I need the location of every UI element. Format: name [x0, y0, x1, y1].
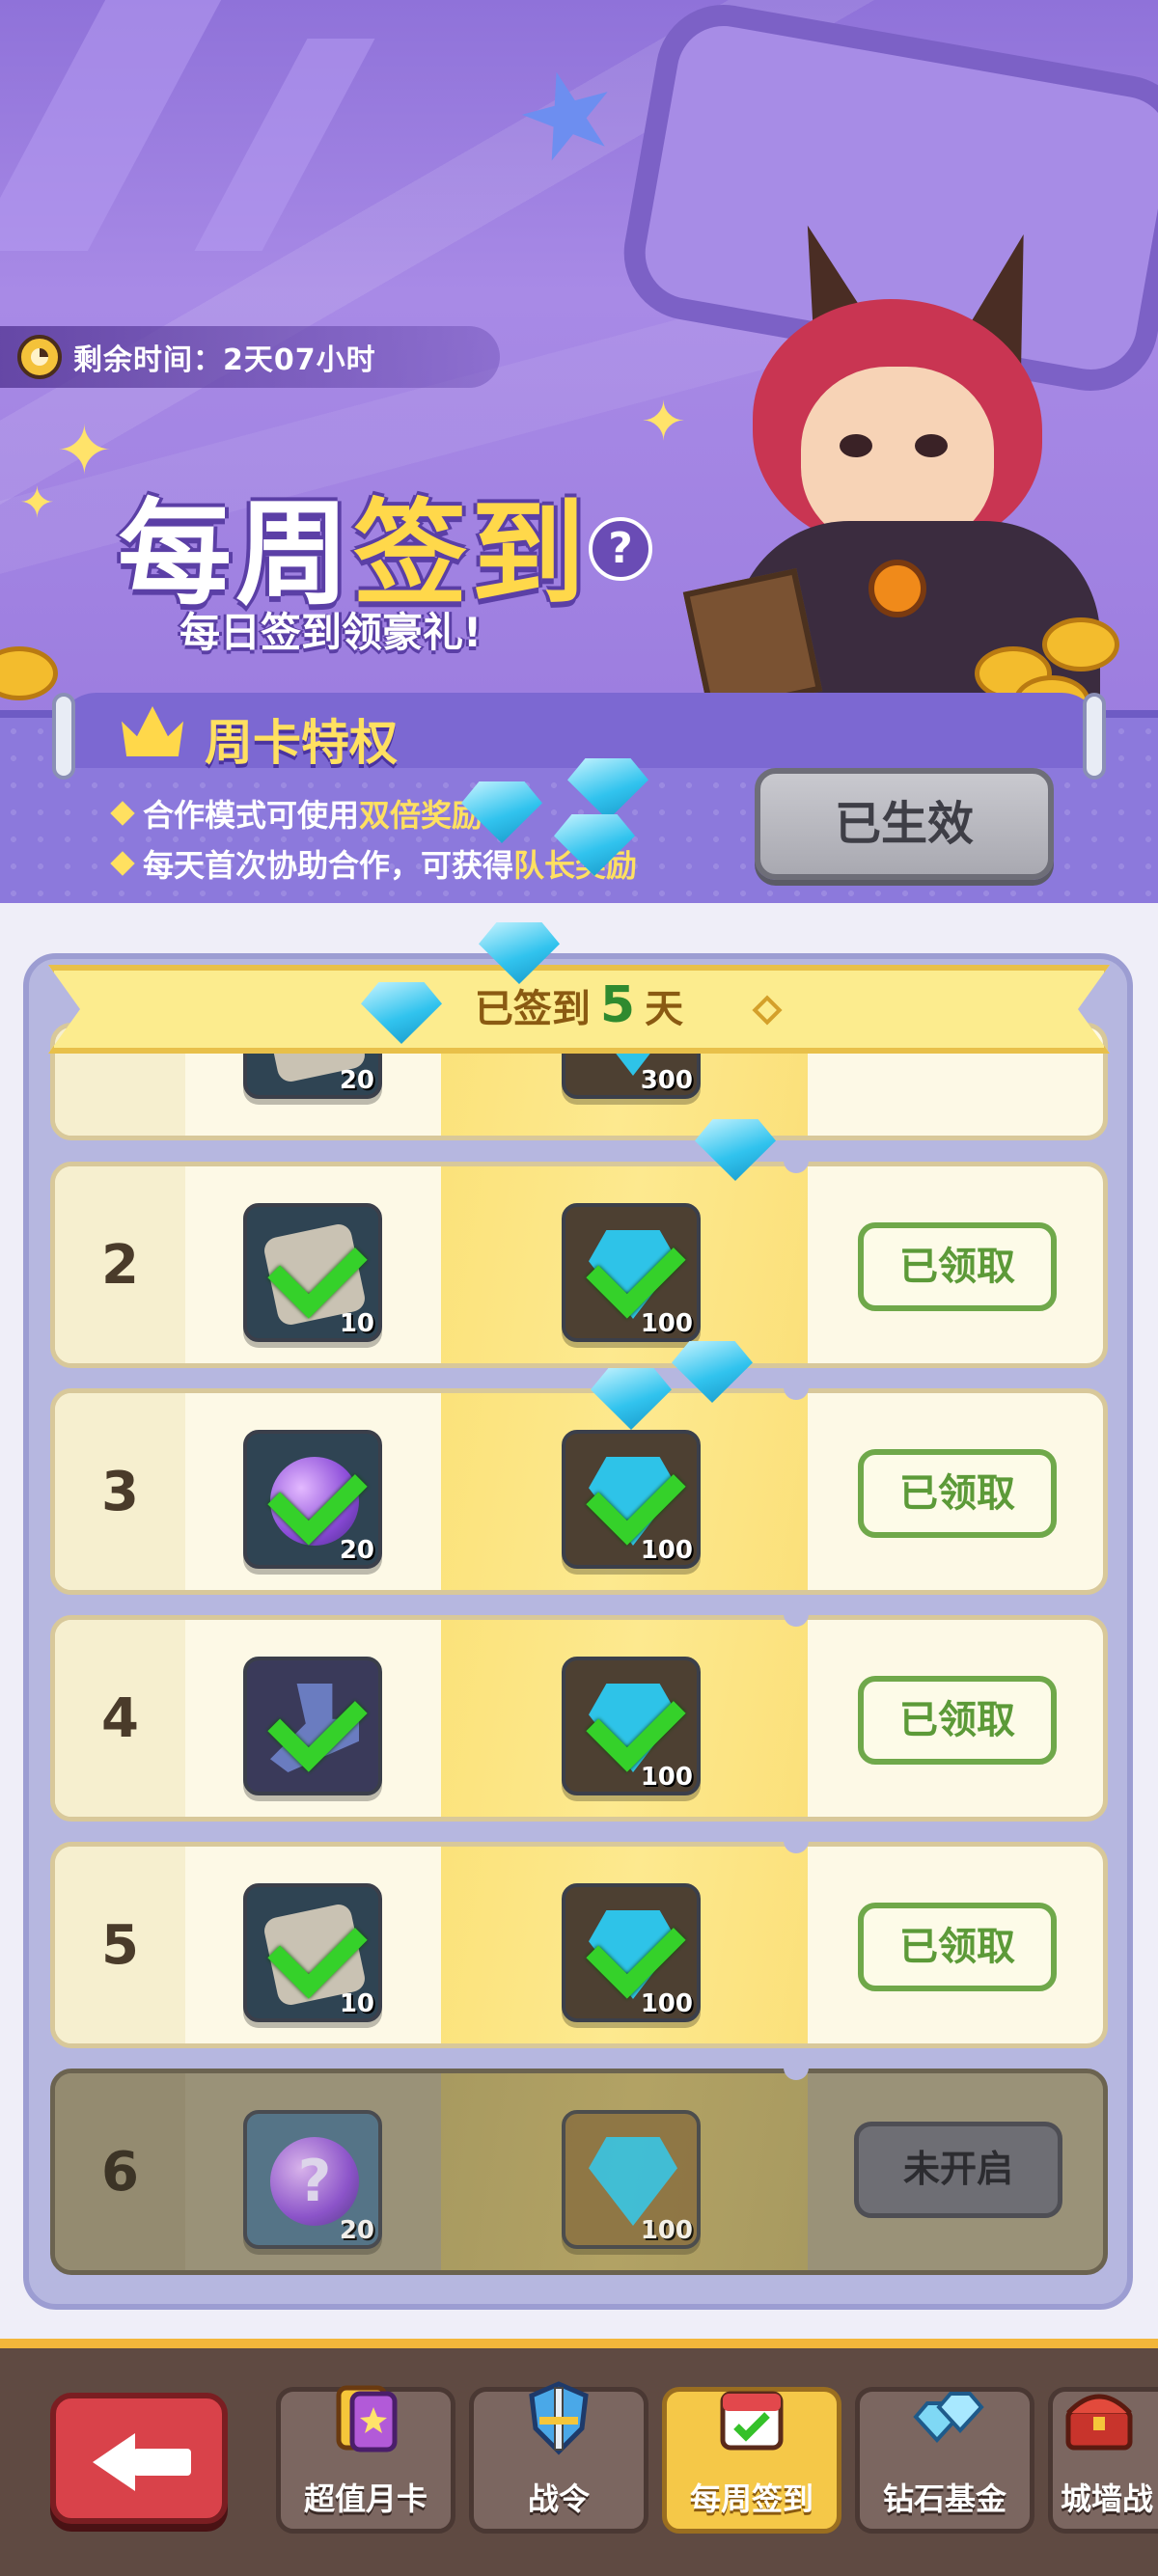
perk-item: 合作模式可使用双倍奖励	[110, 791, 482, 836]
tab-label: 战令	[527, 2480, 590, 2517]
reward-qty: 20	[339, 2216, 374, 2245]
day-number: 4	[101, 1686, 139, 1750]
bullet-icon	[110, 801, 135, 826]
signin-row-3: 3 20 100 已领取	[50, 1388, 1108, 1595]
row-notch	[784, 2055, 809, 2080]
reward-item[interactable]: 10	[243, 1203, 382, 1342]
banner-shard	[0, 0, 222, 251]
hero-eye	[840, 434, 872, 457]
reward-qty: 100	[640, 1989, 693, 2018]
tab-diamond-fund[interactable]: 钻石基金	[855, 2387, 1034, 2534]
reward-item[interactable]: 100	[562, 1430, 701, 1569]
tab-label: 城墙战	[1061, 2480, 1154, 2517]
row-notch	[784, 1375, 809, 1400]
event-banner: ★ ✦ ✦ ✦ 剩余时间：2天07小时 每周签到 ? 每日签到领豪礼!	[0, 0, 1158, 733]
day-number: 6	[101, 2140, 139, 2204]
tab-label: 超值月卡	[303, 2480, 427, 2517]
reward-qty: 300	[640, 1066, 693, 1095]
progress-prefix: 已签到	[474, 987, 591, 1031]
reward-item[interactable]: 10	[243, 1883, 382, 2022]
day-number: 3	[101, 1460, 139, 1523]
panel-pin	[1083, 693, 1106, 780]
banner-shard	[194, 39, 375, 251]
diamond-pile-icon	[913, 2392, 984, 2443]
progress-days: 5	[599, 976, 636, 1034]
tab-monthly-card[interactable]: 超值月卡	[276, 2385, 455, 2534]
check-icon	[586, 1672, 686, 1772]
calendar-check-icon	[720, 2391, 784, 2451]
reward-item[interactable]: ? 20	[243, 2110, 382, 2249]
tab-weekly-signin[interactable]: 每周签到	[662, 2387, 841, 2534]
day-number: 2	[101, 1233, 139, 1297]
claimed-button[interactable]: 已领取	[858, 1903, 1057, 1991]
hero-character	[682, 213, 1158, 733]
battle-pass-icon	[529, 2381, 589, 2455]
tab-label: 每周签到	[689, 2480, 813, 2517]
panel-pin	[52, 693, 75, 780]
progress-suffix: 天	[645, 987, 684, 1031]
claimed-button[interactable]: 已领取	[858, 1222, 1057, 1311]
check-icon	[586, 1445, 686, 1546]
reward-qty: 20	[339, 1536, 374, 1565]
reward-qty: 100	[640, 1309, 693, 1338]
hero-eye	[915, 434, 948, 457]
check-icon	[586, 1219, 686, 1319]
tab-wall-battle[interactable]: 城墙战	[1048, 2387, 1158, 2534]
reward-item[interactable]	[243, 1657, 382, 1795]
page-subtitle: 每日签到领豪礼!	[179, 609, 482, 656]
mystery-orb-icon: ?	[270, 2137, 359, 2226]
weekly-card-title: 周卡特权	[205, 715, 398, 771]
tab-battle-pass[interactable]: 战令	[469, 2381, 648, 2534]
reward-item[interactable]: 100	[562, 1657, 701, 1795]
reward-qty: 100	[640, 1536, 693, 1565]
check-icon	[586, 1899, 686, 1999]
back-arrow-icon	[93, 2433, 135, 2491]
star-icon: ★	[500, 37, 636, 194]
perk-text: 合作模式可使用	[143, 797, 360, 834]
claimed-button[interactable]: 已领取	[858, 1676, 1057, 1765]
coin-icon	[0, 646, 58, 700]
weekly-card-status-button[interactable]: 已生效	[755, 768, 1054, 880]
signin-row-6: 6 ? 20 100 未开启	[50, 2069, 1108, 2275]
perk-text: 每天首次协助合作，可获得	[143, 847, 514, 884]
hero-gem	[868, 560, 926, 617]
coin-icon	[1042, 617, 1119, 671]
signin-progress: 已签到 5 天	[0, 976, 1158, 1034]
remaining-time: 剩余时间：2天07小时	[0, 326, 500, 388]
clock-icon	[17, 335, 62, 379]
tab-label: 钻石基金	[882, 2480, 1006, 2517]
question-mark: ?	[297, 2148, 332, 2215]
reward-qty: 10	[339, 1309, 374, 1338]
question-icon[interactable]: ?	[589, 517, 652, 581]
reward-item[interactable]: 100	[562, 1203, 701, 1342]
monthly-card-icon	[336, 2385, 398, 2453]
remaining-time-text: 剩余时间：2天07小时	[73, 343, 376, 377]
sparkle-icon: ✦	[56, 411, 113, 490]
reward-qty: 100	[640, 1763, 693, 1792]
day-number: 5	[101, 1913, 139, 1977]
reward-qty: 10	[339, 1989, 374, 2018]
perk-item: 每天首次协助合作，可获得队长奖励	[110, 841, 637, 886]
row-notch	[784, 1148, 809, 1173]
signin-row-2: 2 10 100 已领取	[50, 1162, 1108, 1368]
reward-item[interactable]: 100	[562, 1883, 701, 2022]
diamond-icon	[589, 2137, 677, 2226]
row-notch	[784, 1602, 809, 1627]
reward-item[interactable]: 100	[562, 2110, 701, 2249]
treasure-chest-icon	[1065, 2394, 1133, 2451]
reward-item[interactable]: 20	[243, 1430, 382, 1569]
claimed-button[interactable]: 已领取	[858, 1449, 1057, 1538]
back-arrow-shaft	[133, 2449, 191, 2476]
signin-row-4: 4 100 已领取	[50, 1615, 1108, 1822]
bullet-icon	[110, 851, 135, 876]
reward-qty: 20	[339, 1066, 374, 1095]
not-open-button[interactable]: 未开启	[854, 2122, 1062, 2218]
back-button[interactable]	[50, 2393, 228, 2524]
reward-qty: 100	[640, 2216, 693, 2245]
signin-row-5: 5 10 100 已领取	[50, 1842, 1108, 2048]
sparkle-icon: ✦	[19, 479, 55, 528]
row-notch	[784, 1828, 809, 1853]
sparkle-icon: ✦	[641, 391, 686, 453]
